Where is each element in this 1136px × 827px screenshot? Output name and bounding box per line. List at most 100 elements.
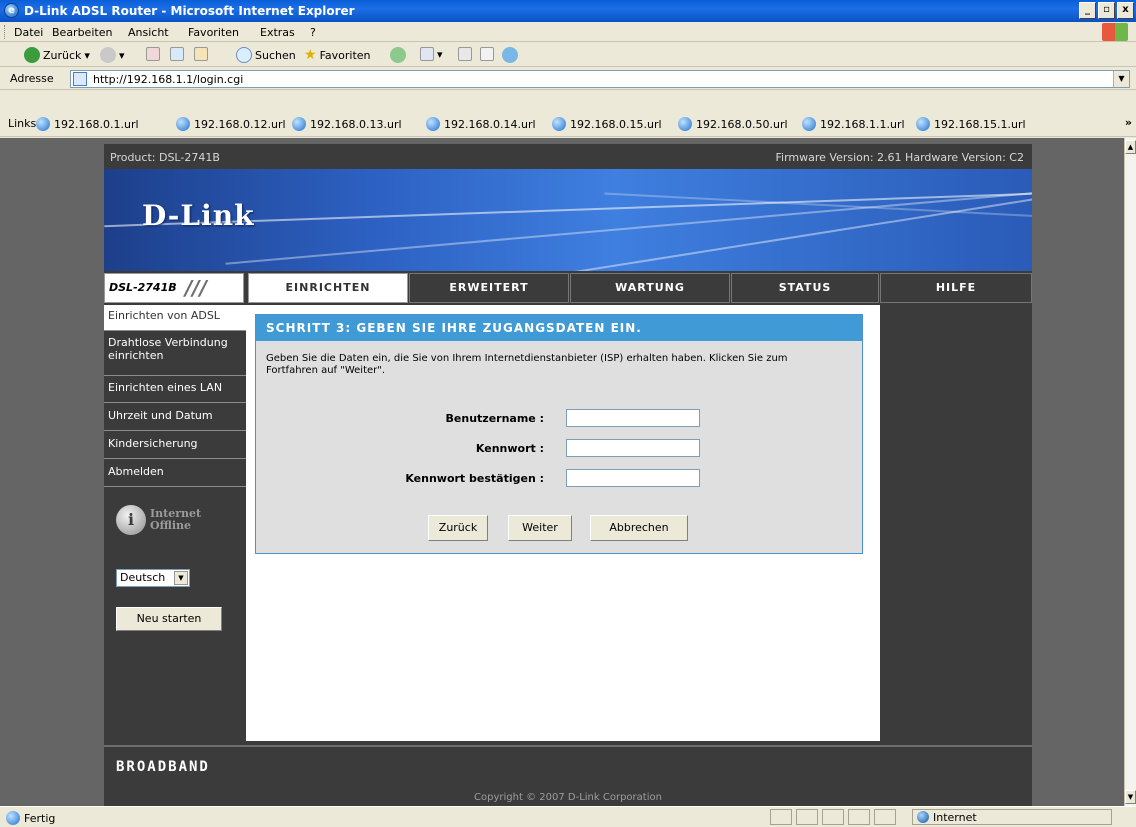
menu-ansicht[interactable]: Ansicht [128, 26, 169, 39]
broadband-label: BROADBAND [116, 759, 210, 775]
dlink-logo[interactable]: D-Link [142, 199, 255, 232]
confirm-password-field[interactable] [566, 469, 700, 487]
info-orb-icon: i [116, 505, 146, 535]
forward-dropdown-icon[interactable]: ▾ [119, 49, 125, 62]
router-nav: DSL-2741B /// EINRICHTEN ERWEITERT WARTU… [104, 271, 1032, 305]
sidebar-item-wireless[interactable]: Drahtlose Verbindung einrichten [104, 332, 246, 376]
status-bar: Fertig Internet [0, 806, 1136, 827]
menu-datei[interactable]: Datei [14, 26, 43, 39]
link-item[interactable]: 192.168.0.1.url [36, 117, 139, 131]
router-page: Product: DSL-2741B Firmware Version: 2.6… [104, 144, 1032, 806]
star-icon: ★ [304, 47, 317, 63]
menu-extras[interactable]: Extras [260, 26, 295, 39]
username-field[interactable] [566, 409, 700, 427]
messenger-button[interactable] [502, 47, 518, 63]
link-item[interactable]: 192.168.0.12.url [176, 117, 286, 131]
tab-hilfe[interactable]: HILFE [880, 273, 1032, 303]
cancel-button[interactable]: Abbrechen [590, 515, 688, 541]
maximize-button[interactable]: ▫ [1098, 2, 1115, 19]
status-line2: Offline [150, 519, 192, 532]
sidebar-item-adsl[interactable]: Einrichten von ADSL [104, 305, 246, 331]
copyright: Copyright © 2007 D-Link Corporation [474, 792, 662, 803]
link-label: 192.168.0.50.url [696, 117, 788, 131]
menu-favoriten[interactable]: Favoriten [188, 26, 239, 39]
firmware-info: Firmware Version: 2.61 Hardware Version:… [775, 151, 1025, 164]
edit-button[interactable] [480, 47, 494, 61]
sidebar-item-parental[interactable]: Kindersicherung [104, 433, 246, 459]
ie-link-icon [426, 117, 440, 131]
tab-wartung[interactable]: WARTUNG [570, 273, 730, 303]
router-sidebar: Einrichten von ADSL Drahtlose Verbindung… [104, 305, 246, 745]
address-label: Adresse [10, 72, 54, 85]
minimize-button[interactable]: _ [1079, 2, 1096, 19]
back-button[interactable]: Zurück ▾ [24, 47, 90, 63]
ie-link-icon [176, 117, 190, 131]
favorites-button[interactable]: ★ Favoriten [304, 47, 371, 63]
links-label: Links [8, 117, 37, 130]
mail-dropdown-icon[interactable]: ▾ [437, 48, 443, 61]
scroll-up-icon[interactable]: ▲ [1125, 140, 1136, 154]
search-button[interactable]: Suchen [236, 47, 296, 63]
link-item[interactable]: 192.168.0.14.url [426, 117, 536, 131]
links-bar: Links 192.168.0.1.url 192.168.0.12.url 1… [0, 111, 1136, 137]
router-info-bar: Product: DSL-2741B Firmware Version: 2.6… [104, 144, 1032, 170]
history-button[interactable] [390, 47, 406, 63]
zone-label: Internet [933, 810, 977, 824]
address-dropdown-button[interactable]: ▼ [1113, 71, 1129, 87]
refresh-button[interactable] [170, 47, 184, 61]
address-url: http://192.168.1.1/login.cgi [93, 73, 244, 86]
mail-icon [420, 47, 434, 61]
close-button[interactable]: x [1117, 2, 1134, 19]
search-icon [236, 47, 252, 63]
back-dropdown-icon[interactable]: ▾ [84, 49, 90, 62]
window-controls: _ ▫ x [1079, 2, 1134, 19]
globe-icon [917, 811, 929, 823]
address-input[interactable]: http://192.168.1.1/login.cgi ▼ [70, 70, 1130, 88]
ie-link-icon [916, 117, 930, 131]
confirm-password-label: Kennwort bestätigen : [405, 472, 544, 485]
tab-erweitert[interactable]: ERWEITERT [409, 273, 569, 303]
ie-link-icon [36, 117, 50, 131]
language-select[interactable]: Deutsch ▼ [116, 569, 190, 587]
home-button[interactable] [194, 47, 208, 61]
link-item[interactable]: 192.168.0.50.url [678, 117, 788, 131]
username-row: Benutzername : [256, 409, 864, 429]
menu-bearbeiten[interactable]: Bearbeiten [52, 26, 112, 39]
sidebar-item-time[interactable]: Uhrzeit und Datum [104, 405, 246, 431]
print-button[interactable] [458, 47, 472, 61]
mail-button[interactable]: ▾ [420, 47, 443, 61]
toolbar-grip[interactable] [4, 25, 7, 39]
links-overflow-chevron-icon[interactable]: » [1125, 116, 1132, 129]
status-cell [796, 809, 818, 825]
next-button[interactable]: Weiter [508, 515, 572, 541]
right-column [880, 305, 1032, 741]
back-arrow-icon [24, 47, 40, 63]
setup-step-box: SCHRITT 3: GEBEN SIE IHRE ZUGANGSDATEN E… [255, 314, 863, 554]
link-item[interactable]: 192.168.0.15.url [552, 117, 662, 131]
menu-help[interactable]: ? [310, 26, 316, 39]
messenger-icon [502, 47, 518, 63]
forward-button[interactable]: ▾ [100, 47, 125, 63]
chevron-down-icon[interactable]: ▼ [174, 571, 188, 585]
tab-status[interactable]: STATUS [731, 273, 879, 303]
link-item[interactable]: 192.168.15.1.url [916, 117, 1026, 131]
restart-button[interactable]: Neu starten [116, 607, 222, 631]
link-label: 192.168.15.1.url [934, 117, 1026, 131]
ie-link-icon [678, 117, 692, 131]
username-label: Benutzername : [445, 412, 544, 425]
stop-button[interactable] [146, 47, 160, 61]
sidebar-item-logout[interactable]: Abmelden [104, 461, 246, 487]
back-form-button[interactable]: Zurück [428, 515, 488, 541]
window-title-bar[interactable]: e D-Link ADSL Router - Microsoft Interne… [0, 0, 1136, 22]
tab-einrichten[interactable]: EINRICHTEN [248, 273, 408, 303]
ie-page-icon [6, 811, 20, 825]
page-icon [73, 72, 87, 86]
link-label: 192.168.0.13.url [310, 117, 402, 131]
link-item[interactable]: 192.168.0.13.url [292, 117, 402, 131]
password-field[interactable] [566, 439, 700, 457]
scroll-down-icon[interactable]: ▼ [1125, 790, 1136, 804]
link-label: 192.168.0.1.url [54, 117, 139, 131]
sidebar-item-lan[interactable]: Einrichten eines LAN [104, 377, 246, 403]
vertical-scrollbar[interactable]: ▲ ▼ [1124, 138, 1136, 806]
link-item[interactable]: 192.168.1.1.url [802, 117, 905, 131]
